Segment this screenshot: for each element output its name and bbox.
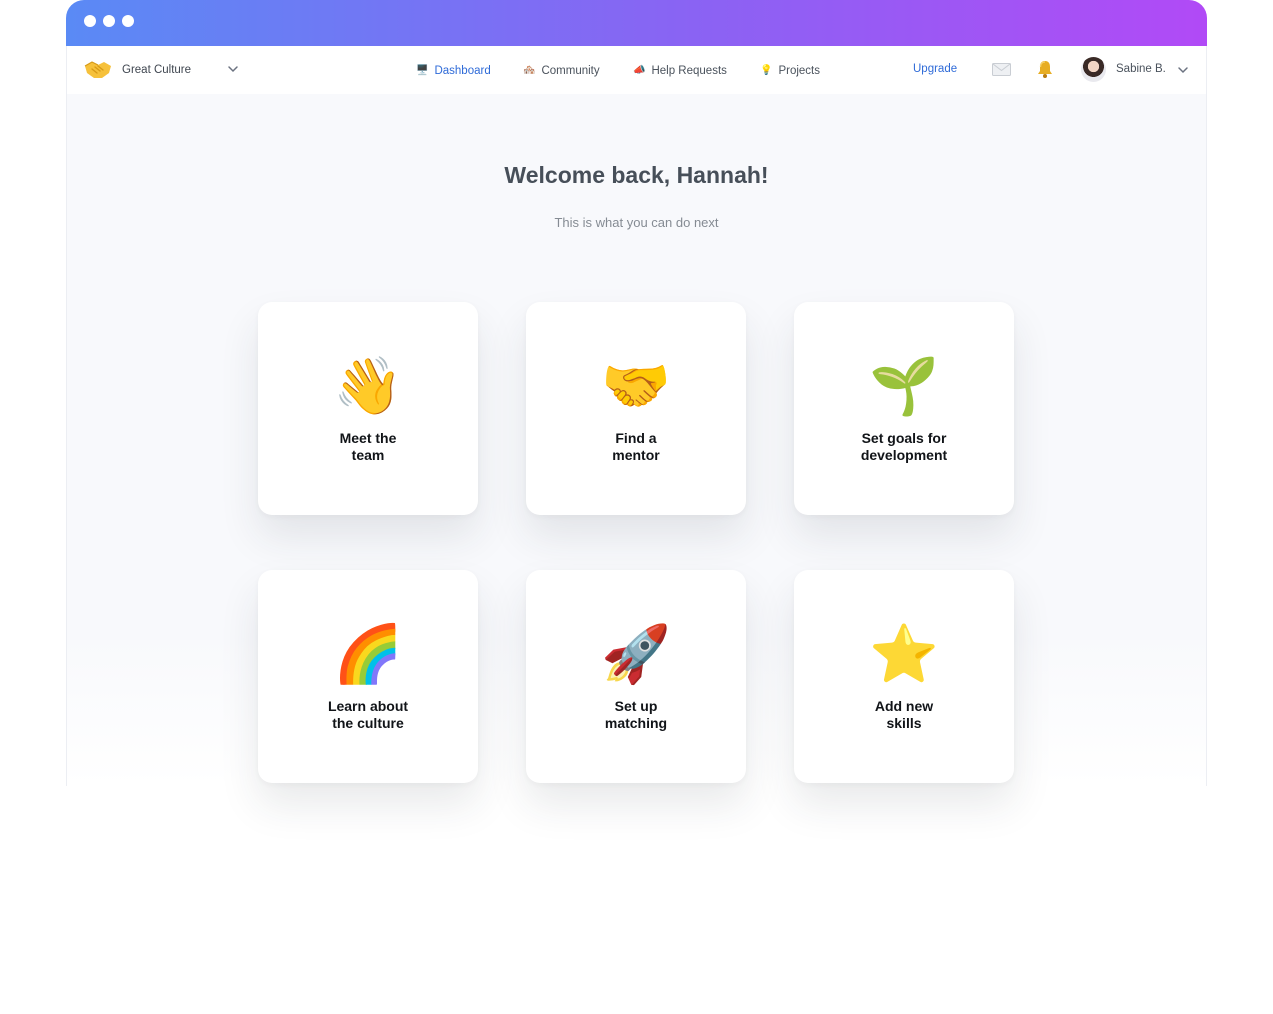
card-label: Add new skills — [874, 698, 934, 731]
card-learn-culture[interactable]: 🌈 Learn about the culture — [258, 570, 478, 783]
handshake-icon — [84, 61, 111, 78]
user-name[interactable]: Sabine B. — [1116, 63, 1166, 75]
rainbow-icon: 🌈 — [333, 622, 403, 685]
bell-icon[interactable] — [1035, 59, 1055, 79]
window-titlebar — [66, 0, 1207, 46]
nav-help-requests[interactable]: 📣 Help Requests — [633, 65, 727, 77]
desktop-computer-icon: 🖥️ — [416, 65, 429, 76]
nav-community[interactable]: 🏘️ Community — [523, 65, 600, 77]
star-icon: ⭐ — [869, 622, 939, 685]
top-navbar: Great Culture 🖥️ Dashboard 🏘️ Community … — [67, 46, 1206, 94]
card-label: Set goals for development — [860, 430, 948, 463]
workspace-name: Great Culture — [122, 64, 192, 76]
window-dot[interactable] — [103, 15, 115, 27]
light-bulb-icon: 💡 — [760, 65, 773, 76]
rocket-icon: 🚀 — [601, 622, 671, 685]
handshake-icon: 🤝 — [601, 354, 671, 417]
card-label: Learn about the culture — [327, 698, 409, 731]
workspace-switcher[interactable]: Great Culture — [83, 57, 191, 83]
card-set-goals[interactable]: 🌱 Set goals for development — [794, 302, 1014, 515]
card-meet-the-team[interactable]: 👋 Meet the team — [258, 302, 478, 515]
nav-projects[interactable]: 💡 Projects — [760, 65, 820, 77]
card-add-skills[interactable]: ⭐ Add new skills — [794, 570, 1014, 783]
window-dot[interactable] — [84, 15, 96, 27]
nav-help-requests-label: Help Requests — [651, 65, 727, 77]
chevron-down-icon[interactable] — [227, 64, 239, 74]
page-subtitle: This is what you can do next — [554, 215, 719, 230]
dashboard-content: Great Culture 🖥️ Dashboard 🏘️ Community … — [66, 46, 1207, 786]
nav-dashboard-label: Dashboard — [434, 65, 491, 77]
nav-dashboard[interactable]: 🖥️ Dashboard — [416, 65, 491, 77]
nav-projects-label: Projects — [778, 65, 820, 77]
seedling-icon: 🌱 — [869, 354, 939, 417]
window-dot[interactable] — [122, 15, 134, 27]
waving-hand-icon: 👋 — [333, 354, 403, 417]
nav-community-label: Community — [541, 65, 600, 77]
avatar[interactable] — [1081, 57, 1106, 82]
card-label: Meet the team — [339, 430, 397, 463]
chevron-down-icon[interactable] — [1177, 65, 1189, 75]
houses-icon: 🏘️ — [523, 65, 536, 76]
page-title: Welcome back, Hannah! — [504, 162, 769, 188]
card-find-a-mentor[interactable]: 🤝 Find a mentor — [526, 302, 746, 515]
card-set-up-matching[interactable]: 🚀 Set up matching — [526, 570, 746, 783]
card-label: Set up matching — [604, 698, 668, 731]
mail-icon[interactable] — [992, 63, 1011, 76]
app-window: Great Culture 🖥️ Dashboard 🏘️ Community … — [66, 0, 1207, 1014]
megaphone-icon: 📣 — [633, 65, 646, 76]
upgrade-link[interactable]: Upgrade — [913, 63, 957, 75]
card-label: Find a mentor — [612, 430, 660, 463]
